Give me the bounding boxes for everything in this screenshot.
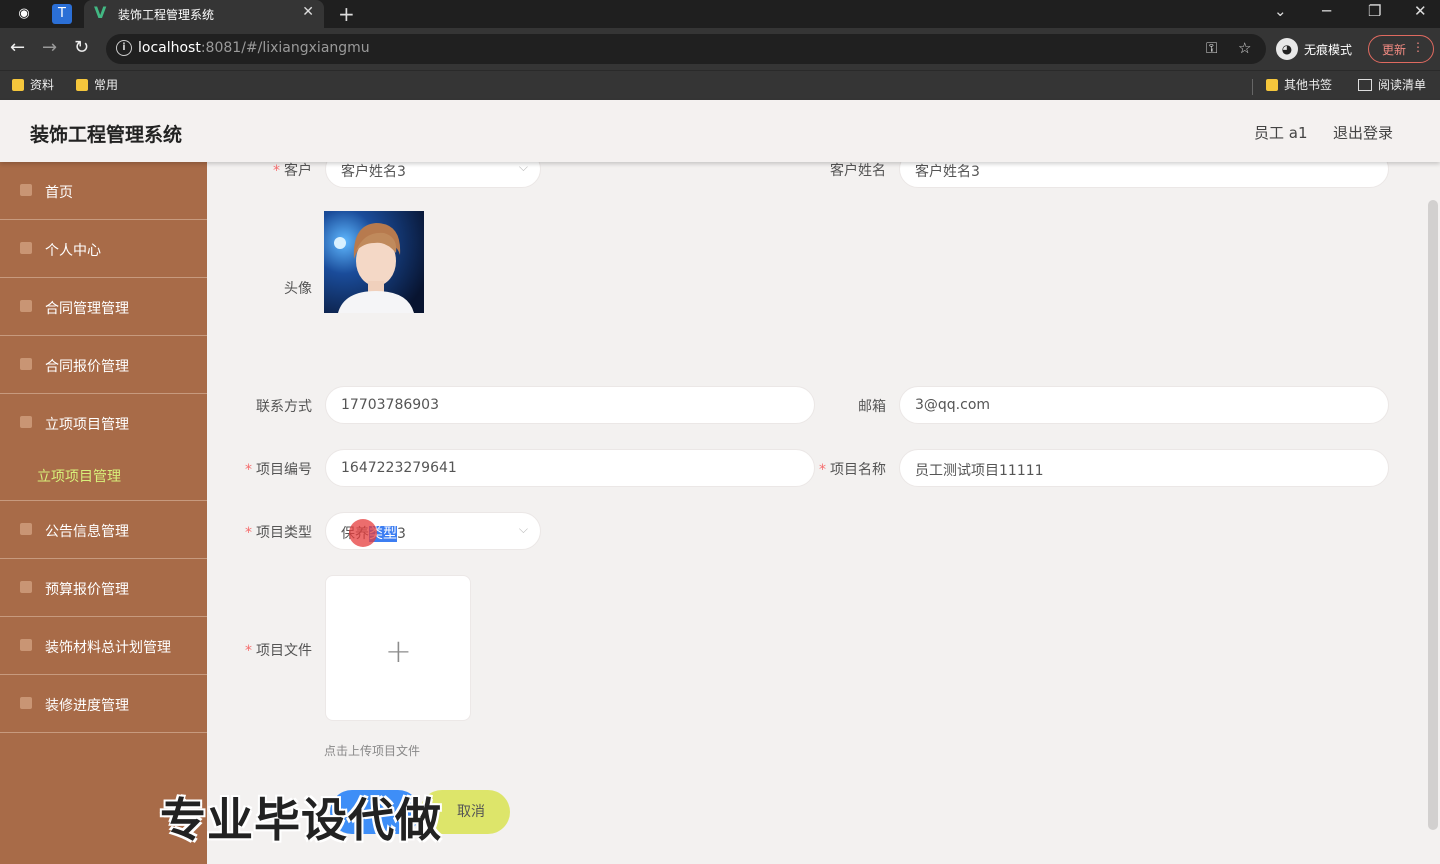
mouse-cursor-indicator	[349, 519, 377, 547]
project-name-label: * 项目名称	[819, 462, 886, 478]
update-label: 更新	[1382, 43, 1407, 57]
project-file-label: * 项目文件	[245, 643, 312, 659]
project-type-value-suffix: 3	[397, 526, 406, 542]
more-icon[interactable]: ⋮	[1412, 40, 1424, 54]
sidebar-item-budget[interactable]: 预算报价管理	[0, 559, 207, 617]
cancel-label: 取消	[457, 804, 485, 820]
bookmark-label: 阅读清单	[1378, 78, 1427, 92]
other-bookmarks[interactable]: 其他书签	[1266, 76, 1332, 93]
sidebar-item-label: 个人中心	[45, 243, 101, 259]
sidebar: 首页 个人中心 合同管理管理 合同报价管理 立项项目管理 立项项目管理 公告信息…	[0, 162, 207, 864]
bookmark-label: 其他书签	[1284, 78, 1333, 92]
reload-icon[interactable]: ↻	[74, 37, 89, 58]
sidebar-item-label: 预算报价管理	[45, 582, 129, 598]
avatar-label: 头像	[284, 281, 312, 297]
incognito-label: 无痕模式	[1304, 42, 1353, 57]
globe-icon[interactable]: ◉	[14, 4, 34, 24]
user-icon	[20, 242, 32, 254]
customer-select-value: 客户姓名3	[341, 164, 406, 180]
customer-name-label: 客户姓名	[830, 163, 886, 179]
close-window-icon[interactable]: ✕	[1414, 2, 1427, 20]
phone-label: 联系方式	[256, 399, 312, 415]
sidebar-subitem-project[interactable]: 立项项目管理	[0, 452, 207, 501]
bookmark-label: 常用	[94, 78, 119, 92]
browser-tab-bar: ◉ T V 装饰工程管理系统 ✕ + ⌄ ─ ❐ ✕	[0, 0, 1440, 28]
watermark: 专业毕设代做	[160, 793, 442, 847]
plus-icon: +	[385, 632, 412, 670]
email-label: 邮箱	[858, 399, 886, 415]
sidebar-item-label: 合同管理管理	[45, 301, 129, 317]
sidebar-subitem-label: 立项项目管理	[37, 469, 121, 485]
folder-icon	[12, 78, 24, 91]
info-icon[interactable]: i	[116, 40, 132, 56]
sidebar-item-home[interactable]: 首页	[0, 162, 207, 220]
incognito-indicator[interactable]: ◕ 无痕模式	[1276, 36, 1352, 62]
app-title: 装饰工程管理系统	[30, 124, 183, 146]
project-name-field[interactable]: 员工测试项目11111	[899, 449, 1389, 487]
email-field[interactable]: 3@qq.com	[899, 386, 1389, 424]
new-tab-icon[interactable]: +	[338, 2, 355, 26]
bookmark-divider	[1252, 79, 1253, 95]
progress-icon	[20, 697, 32, 709]
sidebar-item-contract[interactable]: 合同管理管理	[0, 278, 207, 336]
browser-tab-active[interactable]: V 装饰工程管理系统 ✕	[84, 0, 324, 28]
restore-icon[interactable]: ❐	[1368, 2, 1381, 20]
customer-label: * 客户	[273, 163, 312, 179]
sidebar-item-material[interactable]: 装饰材料总计划管理	[0, 617, 207, 675]
file-uploader[interactable]: +	[325, 575, 471, 721]
sidebar-item-label: 公告信息管理	[45, 524, 129, 540]
back-icon[interactable]: ←	[10, 37, 25, 58]
reading-list[interactable]: 阅读清单	[1358, 76, 1426, 93]
folder-icon	[76, 78, 88, 91]
sidebar-item-label: 首页	[45, 185, 73, 201]
sidebar-item-contract-quote[interactable]: 合同报价管理	[0, 336, 207, 394]
close-tab-icon[interactable]: ✕	[302, 4, 314, 20]
app-header: 装饰工程管理系统 员工 a1 退出登录	[0, 100, 1440, 162]
list-icon	[20, 300, 32, 312]
update-button[interactable]: 更新 ⋮	[1368, 35, 1434, 63]
home-icon	[20, 184, 32, 196]
document-icon	[20, 358, 32, 370]
incognito-icon: ◕	[1276, 38, 1298, 60]
chevron-down-icon: ⌵	[518, 522, 528, 536]
key-icon[interactable]: ⚿	[1206, 39, 1217, 57]
tab-title: 装饰工程管理系统	[118, 8, 215, 22]
bookmark-label: 资料	[30, 78, 55, 92]
forward-icon[interactable]: →	[42, 37, 57, 58]
address-bar[interactable]: i localhost:8081/#/lixiangxiangmu ⚿ ☆	[106, 34, 1266, 64]
sidebar-item-label: 合同报价管理	[45, 359, 129, 375]
project-type-label: * 项目类型	[245, 525, 312, 541]
list-icon	[20, 581, 32, 593]
url-text: localhost:8081/#/lixiangxiangmu	[138, 40, 370, 56]
bell-icon	[20, 523, 32, 535]
folder-icon	[20, 416, 32, 428]
bookmarks-bar: 资料 常用 其他书签 阅读清单	[0, 70, 1440, 100]
minimize-icon[interactable]: ─	[1322, 2, 1331, 20]
chart-icon	[20, 639, 32, 651]
chevron-down-icon: ⌵	[518, 160, 528, 174]
sidebar-item-progress[interactable]: 装修进度管理	[0, 675, 207, 733]
sidebar-item-profile[interactable]: 个人中心	[0, 220, 207, 278]
star-icon[interactable]: ☆	[1238, 39, 1251, 57]
tab-search-icon[interactable]: ⌄	[1274, 2, 1287, 20]
scrollbar[interactable]	[1428, 200, 1438, 830]
project-no-label: * 项目编号	[245, 462, 312, 478]
sidebar-item-label: 立项项目管理	[45, 417, 129, 433]
user-name: 员工 a1	[1254, 124, 1308, 142]
sidebar-item-label: 装修进度管理	[45, 698, 129, 714]
sidebar-item-project[interactable]: 立项项目管理	[0, 394, 207, 452]
project-no-field[interactable]: 1647223279641	[325, 449, 815, 487]
sidebar-item-label: 装饰材料总计划管理	[45, 640, 171, 656]
phone-field[interactable]: 17703786903	[325, 386, 815, 424]
avatar	[324, 211, 424, 313]
folder-icon	[1266, 78, 1278, 91]
sidebar-item-notice[interactable]: 公告信息管理	[0, 501, 207, 559]
bookmark-folder[interactable]: 资料	[12, 76, 54, 93]
vue-logo-icon: V	[94, 3, 107, 22]
logout-link[interactable]: 退出登录	[1333, 122, 1393, 143]
bookmark-folder[interactable]: 常用	[76, 76, 118, 93]
pinned-tab-icon[interactable]: T	[52, 4, 72, 24]
reading-list-icon	[1358, 78, 1372, 91]
upload-hint: 点击上传项目文件	[324, 744, 421, 758]
